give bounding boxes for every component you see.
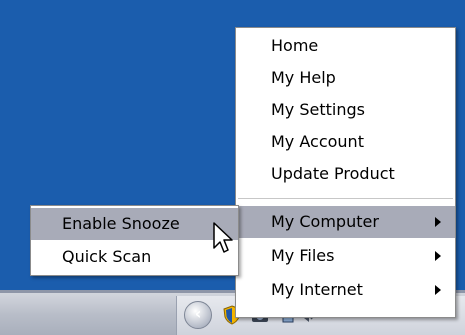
menu-item-label: My Computer: [271, 212, 379, 231]
submenu-arrow-icon: [435, 251, 441, 261]
menu-item-my-account[interactable]: My Account: [236, 126, 455, 158]
menu-item-label: My Internet: [271, 280, 363, 299]
submenu-arrow-icon: [435, 285, 441, 295]
menu-separator: [238, 198, 453, 199]
submenu-item-enable-snooze[interactable]: Enable Snooze: [31, 208, 238, 240]
menu-item-my-internet[interactable]: My Internet: [236, 274, 455, 306]
menu-item-label: My Account: [271, 132, 364, 151]
menu-item-label: Enable Snooze: [62, 214, 180, 233]
tray-context-menu: Home My Help My Settings My Account Upda…: [235, 27, 456, 318]
show-hidden-icons-button[interactable]: ‹: [184, 301, 212, 329]
chevron-left-icon: ‹: [194, 304, 202, 323]
submenu-item-quick-scan[interactable]: Quick Scan: [31, 241, 238, 273]
menu-item-my-settings[interactable]: My Settings: [236, 94, 455, 126]
menu-item-label: My Files: [271, 246, 335, 265]
submenu-arrow-icon: [435, 217, 441, 227]
menu-item-home[interactable]: Home: [236, 30, 455, 62]
menu-item-label: My Settings: [271, 100, 365, 119]
mouse-pointer-icon: [213, 222, 233, 253]
menu-item-label: My Help: [271, 68, 336, 87]
menu-item-my-computer[interactable]: My Computer: [236, 206, 455, 238]
menu-item-label: Quick Scan: [62, 247, 152, 266]
menu-item-label: Update Product: [271, 164, 395, 183]
menu-item-my-help[interactable]: My Help: [236, 62, 455, 94]
menu-item-my-files[interactable]: My Files: [236, 240, 455, 272]
menu-item-update-product[interactable]: Update Product: [236, 158, 455, 190]
menu-item-label: Home: [271, 36, 319, 55]
my-computer-submenu: Enable Snooze Quick Scan: [30, 205, 239, 276]
